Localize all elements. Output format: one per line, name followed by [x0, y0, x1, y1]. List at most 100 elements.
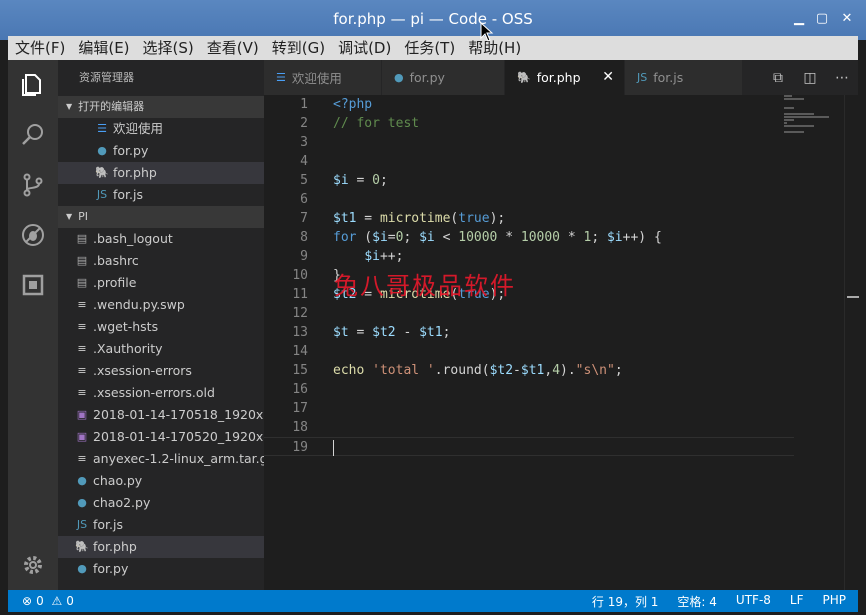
more-actions-icon[interactable]: ⋯ — [826, 70, 858, 86]
file-name: .profile — [93, 275, 137, 290]
code-editor[interactable]: 1 <?php 2 // for test 3 4 5 $i = 0; 6 7 $t1 = micr… — [264, 95, 859, 590]
open-editors-header[interactable]: ▼ 打开的编辑器 — [58, 96, 264, 118]
code-line: 7 $t1 = microtime(true); — [264, 209, 794, 228]
extensions-icon[interactable] — [8, 260, 58, 310]
code-token: ; — [379, 173, 388, 188]
file-tree-item[interactable]: ▤ .bash_logout — [58, 228, 264, 250]
search-icon[interactable] — [8, 110, 58, 160]
language-mode[interactable]: PHP — [823, 593, 847, 610]
split-editor-icon[interactable]: ◫ — [794, 70, 826, 86]
file-tree-item[interactable]: ≡ .xsession-errors — [58, 360, 264, 382]
open-editor-item[interactable]: JS for.js — [58, 184, 264, 206]
file-tree-item[interactable]: ▤ .profile — [58, 272, 264, 294]
code-token: , — [544, 363, 553, 378]
end-of-line[interactable]: LF — [790, 593, 804, 610]
js-file-icon: JS — [637, 71, 648, 84]
line-number: 14 — [292, 344, 308, 359]
menu-item[interactable]: 帮助(H) — [461, 36, 527, 60]
code-line: 16 — [264, 380, 794, 399]
folder-label: PI — [78, 210, 89, 223]
open-changes-icon[interactable]: ⧉ — [762, 70, 794, 86]
code-token: ( — [356, 230, 373, 245]
editor-tabs: ☰ 欢迎使用 ● for.py 🐘 for.php ✕ JS for.js ⧉ ◫ ⋯ — [264, 60, 858, 95]
line-number: 16 — [292, 382, 308, 397]
file-name: chao.py — [93, 473, 143, 488]
file-name: .wget-hsts — [93, 319, 159, 334]
file-icon: ▤ — [76, 276, 88, 289]
menu-item[interactable]: 任务(T) — [397, 36, 461, 60]
debug-icon[interactable] — [8, 210, 58, 260]
menu-item[interactable]: 文件(F) — [8, 36, 71, 60]
minimap[interactable] — [784, 95, 840, 135]
file-tree-item[interactable]: ▣ 2018-01-14-170518_1920x1… — [58, 404, 264, 426]
settings-gear-icon[interactable] — [8, 540, 58, 590]
folder-header[interactable]: ▼ PI — [58, 206, 264, 228]
code-line: 19 — [264, 437, 794, 456]
file-tree-item[interactable]: ≡ .xsession-errors.old — [58, 382, 264, 404]
editor-tab[interactable]: ☰ 欢迎使用 — [264, 60, 382, 95]
code-token: = — [387, 230, 396, 245]
open-editor-item[interactable]: ● for.py — [58, 140, 264, 162]
cursor-position[interactable]: 行 19，列 1 — [592, 593, 659, 610]
menu-item[interactable]: 查看(V) — [200, 36, 265, 60]
explorer-icon[interactable] — [8, 60, 58, 110]
line-number: 13 — [292, 325, 308, 340]
file-tree-item[interactable]: ● chao.py — [58, 470, 264, 492]
title-bar[interactable]: for.php — pi — Code - OSS ▁ ▢ ✕ — [0, 0, 866, 40]
file-tree-item[interactable]: ≡ .wget-hsts — [58, 316, 264, 338]
indentation[interactable]: 空格: 4 — [677, 593, 717, 610]
file-name: for.php — [93, 539, 137, 554]
activity-bar — [8, 60, 58, 590]
file-tree-item[interactable]: ≡ .Xauthority — [58, 338, 264, 360]
menu-item[interactable]: 编辑(E) — [71, 36, 135, 60]
code-token: - — [395, 325, 420, 340]
file-tree-item[interactable]: ≡ .wendu.py.swp — [58, 294, 264, 316]
code-token: - — [513, 363, 521, 378]
code-token: = — [348, 325, 373, 340]
maximize-icon[interactable]: ▢ — [813, 10, 831, 28]
close-window-icon[interactable]: ✕ — [838, 10, 856, 28]
php-file-icon: 🐘 — [95, 166, 109, 179]
code-token: $t2 — [372, 325, 396, 340]
menu-item[interactable]: 选择(S) — [136, 36, 200, 60]
file-tree: ▤ .bash_logout ▤ .bashrc ▤ .profile ≡ .wendu.py… — [58, 228, 264, 580]
close-tab-icon[interactable]: ✕ — [602, 69, 614, 85]
open-editor-item[interactable]: 🐘 for.php — [58, 162, 264, 184]
editor-tab[interactable]: ● for.py — [382, 60, 505, 95]
file-tree-item[interactable]: ● for.py — [58, 558, 264, 580]
python-file-icon: ● — [77, 562, 87, 575]
file-icon: ▤ — [76, 254, 88, 267]
file-tree-item[interactable]: ● chao2.py — [58, 492, 264, 514]
editor-tab[interactable]: 🐘 for.php ✕ — [505, 60, 625, 95]
code-token: "s\n" — [575, 363, 615, 378]
file-tree-item[interactable]: ≡ anyexec-1.2-linux_arm.tar.gz — [58, 448, 264, 470]
js-file-icon: JS — [76, 518, 88, 531]
line-number: 9 — [300, 249, 308, 264]
code-line: 9 $i++; — [264, 247, 794, 266]
menu-item[interactable]: 转到(G) — [265, 36, 331, 60]
file-tree-item[interactable]: JS for.js — [58, 514, 264, 536]
source-control-icon[interactable] — [8, 160, 58, 210]
file-tree-item[interactable]: ▣ 2018-01-14-170520_1920x1… — [58, 426, 264, 448]
file-tree-item[interactable]: ▤ .bashrc — [58, 250, 264, 272]
line-number: 5 — [300, 173, 308, 188]
file-name: .xsession-errors — [93, 363, 192, 378]
editor-tab[interactable]: JS for.js — [625, 60, 743, 95]
text-caret — [333, 440, 334, 456]
text-file-icon: ≡ — [77, 364, 87, 377]
encoding[interactable]: UTF-8 — [736, 593, 771, 610]
python-file-icon: ● — [97, 144, 107, 157]
code-line: 8 for ($i=0; $i < 10000 * 10000 * 1; $i++… — [264, 228, 794, 247]
line-number: 17 — [292, 401, 308, 416]
code-token: $t2 — [489, 363, 514, 378]
file-tree-item[interactable]: 🐘 for.php — [58, 536, 264, 558]
minimize-icon[interactable]: ▁ — [790, 10, 808, 28]
tab-label: for.js — [653, 70, 684, 85]
problems-indicator[interactable]: ⊗ 0 ⚠ 0 — [22, 594, 74, 608]
code-oss-window: for.php — pi — Code - OSS ▁ ▢ ✕ 文件(F) 编辑(… — [0, 0, 866, 615]
vertical-scrollbar[interactable] — [844, 95, 859, 590]
menu-bar: 文件(F) 编辑(E) 选择(S) 查看(V) 转到(G) 调试(D) 任务(T) 帮助(H) — [8, 36, 858, 60]
menu-item[interactable]: 调试(D) — [331, 36, 397, 60]
open-editor-item[interactable]: ☰ 欢迎使用 — [58, 118, 264, 140]
code-token: echo — [333, 363, 365, 378]
